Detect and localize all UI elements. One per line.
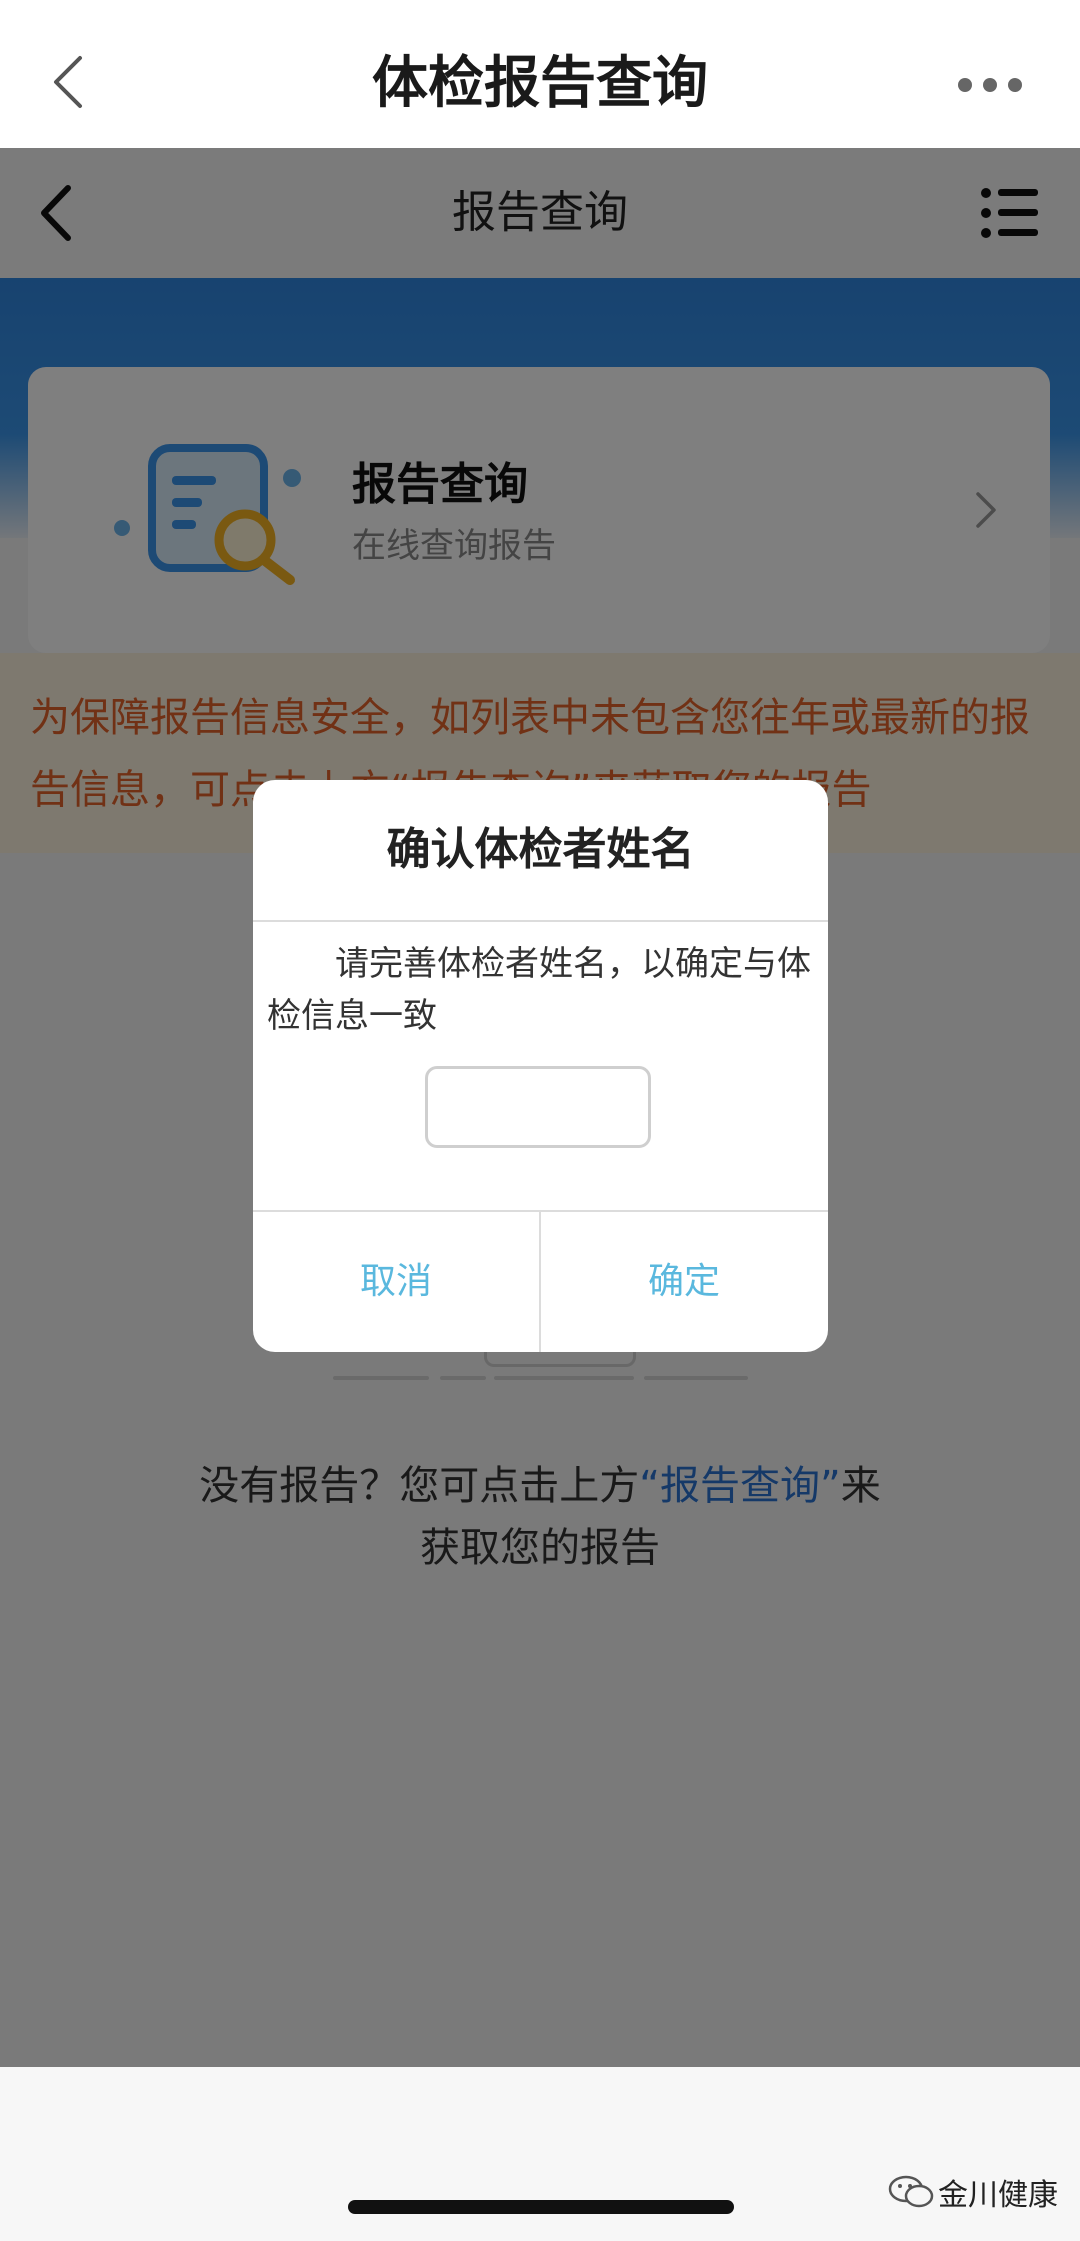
dialog-message: 请完善体检者姓名，以确定与体检信息一致 — [267, 944, 811, 1036]
confirm-name-dialog: 确认体检者姓名 请完善体检者姓名，以确定与体检信息一致 取消 确定 — [253, 780, 828, 1352]
watermark-text: 金川健康 — [938, 2178, 1058, 2213]
cancel-button[interactable]: 取消 — [253, 1212, 539, 1352]
dialog-title: 确认体检者姓名 — [386, 824, 695, 875]
more-dots-icon[interactable] — [950, 70, 1030, 100]
home-indicator[interactable] — [348, 2200, 734, 2214]
confirm-button[interactable]: 确定 — [541, 1212, 827, 1352]
examinee-name-input[interactable] — [425, 1066, 651, 1148]
wechat-icon — [888, 2175, 936, 2209]
outer-page-title: 体检报告查询 — [372, 51, 708, 116]
divider — [253, 920, 828, 922]
bottom-safe-area — [0, 2067, 1080, 2241]
